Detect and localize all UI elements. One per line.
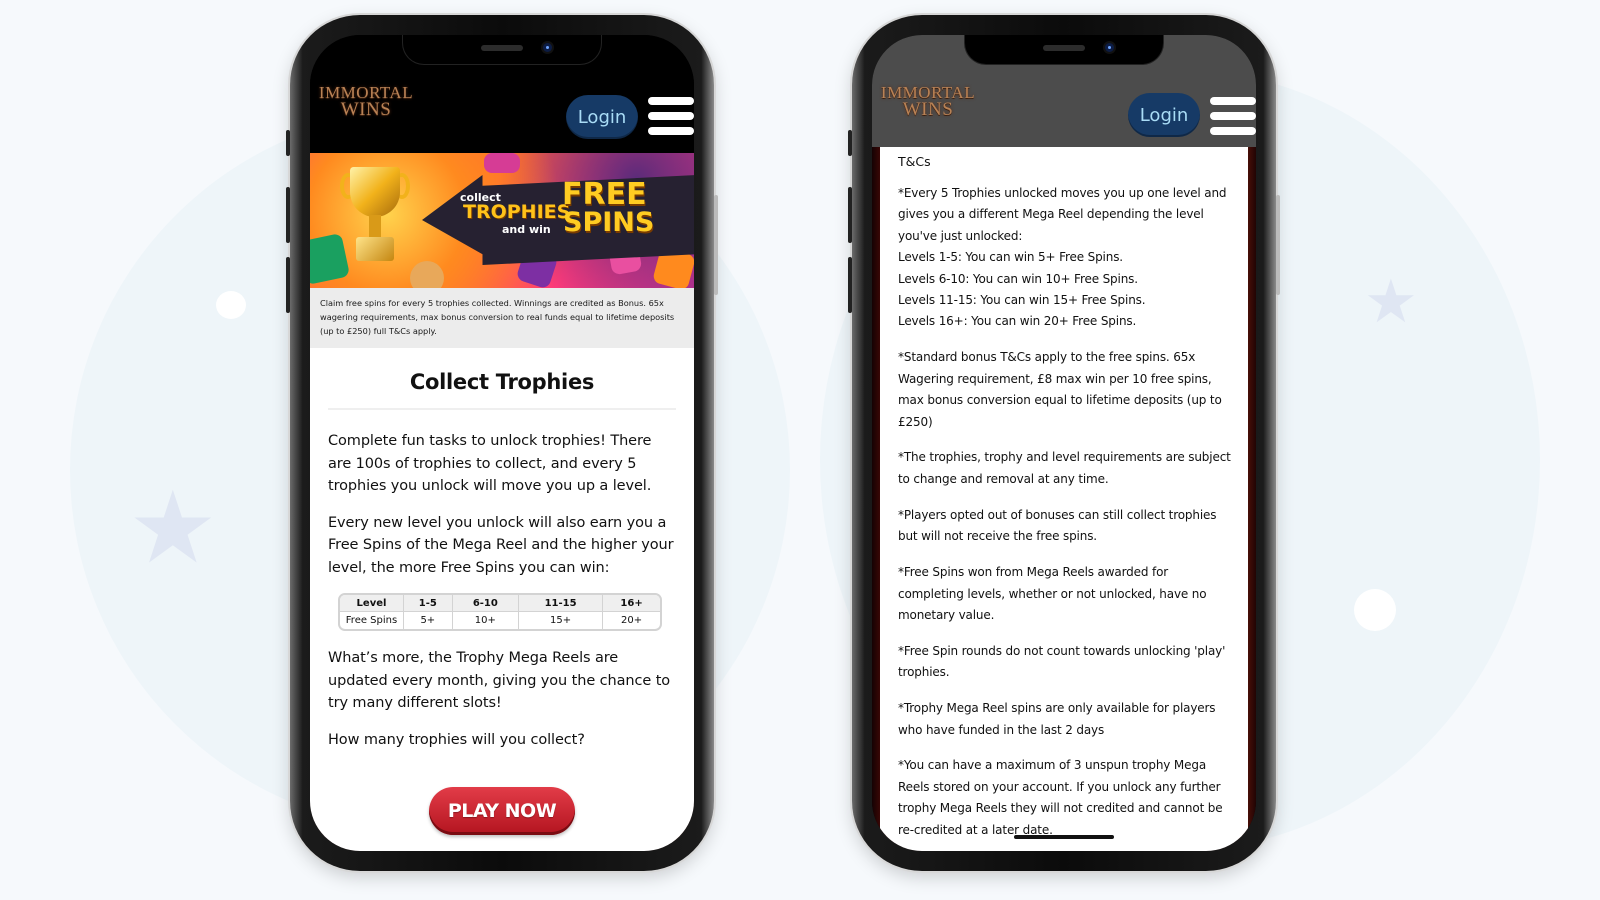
phone-notch — [964, 35, 1164, 65]
paragraph: Every new level you unlock will also ear… — [328, 514, 674, 576]
phone-side-button — [848, 257, 852, 313]
immortal-wins-logo[interactable]: IMMORTAL WINS — [878, 84, 978, 135]
hamburger-icon[interactable] — [1208, 97, 1256, 137]
table-row: Free Spins 5+ 10+ 15+ 20+ — [340, 612, 660, 629]
table-cell: 16+ — [603, 595, 660, 612]
speaker-icon — [481, 45, 523, 51]
table-cell: 15+ — [519, 612, 604, 629]
table-cell: Free Spins — [340, 612, 404, 629]
table-cell: 11-15 — [519, 595, 604, 612]
login-button[interactable]: Login — [1128, 93, 1200, 137]
table-cell: 1-5 — [404, 595, 453, 612]
table-header-row: Level 1-5 6-10 11-15 16+ — [340, 595, 660, 612]
table-cell: Level — [340, 595, 404, 612]
phone-screen: IMMORTAL WINS Login T&Cs *Every 5 Trophi… — [872, 35, 1256, 851]
level-line: Levels 16+: You can win 20+ Free Spins. — [898, 314, 1137, 329]
table-cell: 6-10 — [452, 595, 520, 612]
logo-line-2: WINS — [340, 99, 392, 121]
table-cell: 5+ — [404, 612, 453, 629]
phone-side-button — [848, 187, 852, 243]
immortal-wins-logo[interactable]: IMMORTAL WINS — [316, 84, 416, 135]
terms-item: *You can have a maximum of 3 unspun trop… — [898, 758, 1223, 837]
phone-side-button — [848, 130, 852, 156]
level-table: Level 1-5 6-10 11-15 16+ Free Spins 5+ 1… — [338, 593, 662, 631]
camera-icon — [1105, 43, 1114, 52]
banner-trophies-text: TROPHIES — [463, 201, 571, 223]
phone-side-button — [714, 195, 718, 295]
level-line: Levels 11-15: You can win 15+ Free Spins… — [898, 293, 1146, 308]
terms-item: *Trophy Mega Reel spins are only availab… — [898, 701, 1216, 737]
terms-item: *Free Spins won from Mega Reels awarded … — [898, 565, 1207, 622]
terms-card[interactable]: T&Cs *Every 5 Trophies unlocked moves yo… — [880, 147, 1248, 851]
home-indicator[interactable] — [1014, 835, 1114, 839]
phone-side-button — [286, 187, 290, 243]
paragraph: How many trophies will you collect? — [328, 731, 585, 748]
phone-side-button — [286, 130, 290, 156]
background-dot — [1354, 589, 1396, 631]
phone-screen: IMMORTAL WINS Login collect TROPHIES and… — [310, 35, 694, 851]
terms-text: *Every 5 Trophies unlocked moves you up … — [898, 186, 1227, 243]
paragraph: What’s more, the Trophy Mega Reels are u… — [328, 650, 671, 711]
trophy-icon — [340, 167, 410, 267]
camera-icon — [543, 43, 552, 52]
banner-spins-text: SPINS — [563, 207, 655, 238]
logo-line-2: WINS — [902, 99, 954, 121]
table-cell: 10+ — [453, 612, 520, 629]
terms-item: *Free Spin rounds do not count towards u… — [898, 643, 1226, 680]
terms-item: *Players opted out of bonuses can still … — [898, 507, 1217, 544]
game-tile-icon — [484, 153, 520, 173]
phone-notch — [402, 35, 602, 65]
terms-item: *Standard bonus T&Cs apply to the free s… — [898, 350, 1222, 429]
level-line: Levels 1-5: You can win 5+ Free Spins. — [898, 250, 1123, 265]
promo-disclaimer: Claim free spins for every 5 trophies co… — [310, 288, 694, 348]
play-now-button[interactable]: PLAY NOW — [429, 787, 575, 835]
star-icon: ★ — [128, 469, 218, 586]
background-dot — [216, 291, 246, 319]
promo-banner[interactable]: collect TROPHIES and win FREE SPINS — [310, 153, 694, 288]
table-cell: 20+ — [621, 615, 643, 626]
phone-mockup-left: IMMORTAL WINS Login collect TROPHIES and… — [286, 15, 718, 871]
login-button[interactable]: Login — [566, 95, 638, 139]
phone-side-button — [286, 257, 290, 313]
game-tile-icon — [410, 261, 444, 288]
terms-title: T&Cs — [898, 154, 931, 169]
speaker-icon — [1043, 45, 1085, 51]
banner-and-win-text: and win — [502, 223, 551, 236]
hamburger-icon[interactable] — [646, 97, 694, 137]
content-card: Collect Trophies Complete fun tasks to u… — [310, 348, 694, 851]
level-line: Levels 6-10: You can win 10+ Free Spins. — [898, 271, 1138, 286]
star-icon: ★ — [1364, 267, 1418, 337]
terms-item: *Every 5 Trophies unlocked moves you up … — [898, 183, 1234, 333]
phone-side-button — [1276, 195, 1280, 295]
paragraph: Complete fun tasks to unlock trophies! T… — [328, 433, 652, 494]
phone-mockup-right: IMMORTAL WINS Login T&Cs *Every 5 Trophi… — [848, 15, 1280, 871]
terms-item: *The trophies, trophy and level requirem… — [898, 450, 1231, 486]
page-title: Collect Trophies — [328, 368, 676, 410]
